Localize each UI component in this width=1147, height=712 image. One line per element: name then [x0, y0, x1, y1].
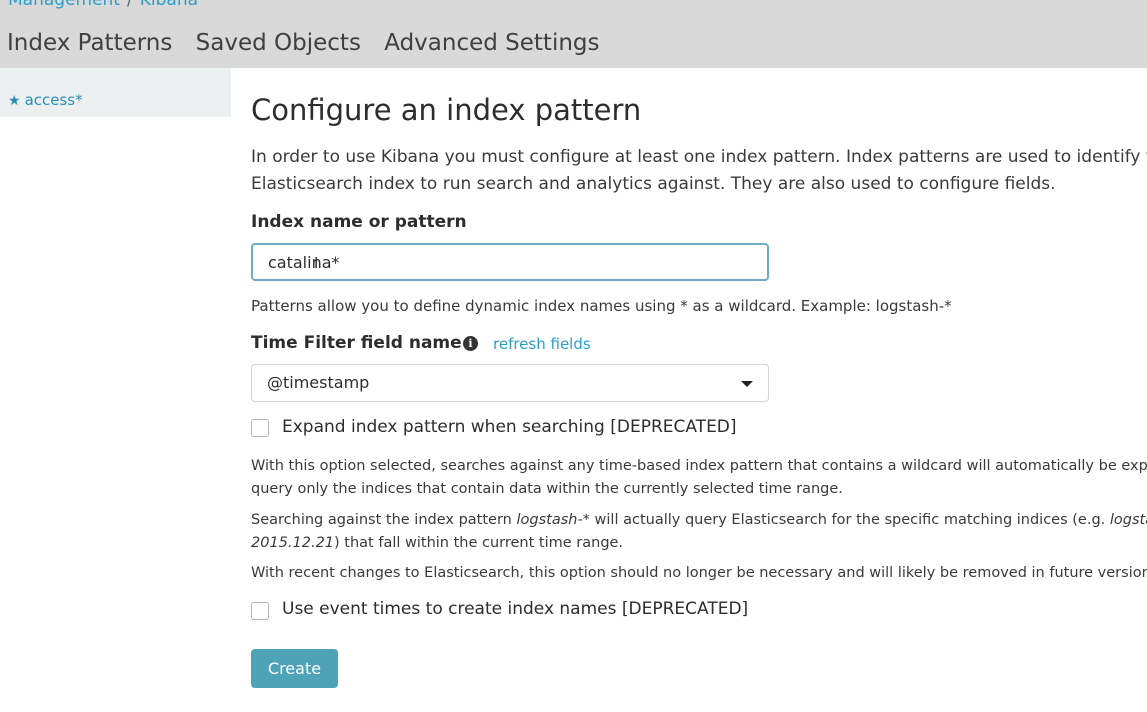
text-cursor-icon: I — [314, 254, 319, 272]
page-title: Configure an index pattern — [251, 93, 642, 127]
expand-index-label[interactable]: Expand index pattern when searching [DEP… — [282, 417, 737, 437]
expand-description-2-b: will actually query Elasticsearch for th… — [589, 512, 1110, 528]
caret-down-icon — [741, 381, 753, 387]
intro-text: In order to use Kibana you must configur… — [251, 147, 1147, 194]
time-field-select[interactable]: @timestamp — [251, 364, 769, 402]
main-content: Configure an index pattern In order to u… — [251, 0, 1147, 712]
expand-description-3: With recent changes to Elasticsearch, th… — [251, 565, 1147, 581]
index-name-label: Index name or pattern — [251, 212, 467, 232]
expand-description-2-a: Searching against the index pattern — [251, 512, 517, 528]
breadcrumb: Management / Kibana — [8, 0, 198, 10]
create-button[interactable]: Create — [251, 649, 338, 688]
tab-index-patterns[interactable]: Index Patterns — [7, 30, 172, 56]
expand-description-1: With this option selected, searches agai… — [251, 458, 1147, 497]
expand-index-checkbox[interactable] — [251, 419, 269, 437]
refresh-fields-link[interactable]: refresh fields — [493, 335, 591, 353]
breadcrumb-separator: / — [127, 0, 133, 10]
sidebar-item-access[interactable]: ★ access* — [0, 68, 231, 117]
index-pattern-input[interactable] — [251, 243, 769, 281]
index-pattern-hint: Patterns allow you to define dynamic ind… — [251, 297, 952, 315]
star-icon: ★ — [8, 93, 21, 109]
expand-description-2: Searching against the index pattern logs… — [251, 509, 1147, 555]
logstash-pattern-text: logstash-* — [516, 512, 590, 528]
breadcrumb-kibana[interactable]: Kibana — [140, 0, 198, 10]
sidebar-item-label: access* — [24, 91, 83, 109]
breadcrumb-management[interactable]: Management — [8, 0, 120, 10]
event-times-checkbox[interactable] — [251, 602, 269, 620]
time-filter-label: Time Filter field name — [251, 333, 462, 353]
expand-description-2-c: ) that fall within the current time rang… — [334, 535, 624, 551]
info-icon[interactable]: i — [463, 336, 478, 351]
time-field-value: @timestamp — [267, 373, 370, 392]
event-times-label[interactable]: Use event times to create index names [D… — [282, 599, 748, 619]
